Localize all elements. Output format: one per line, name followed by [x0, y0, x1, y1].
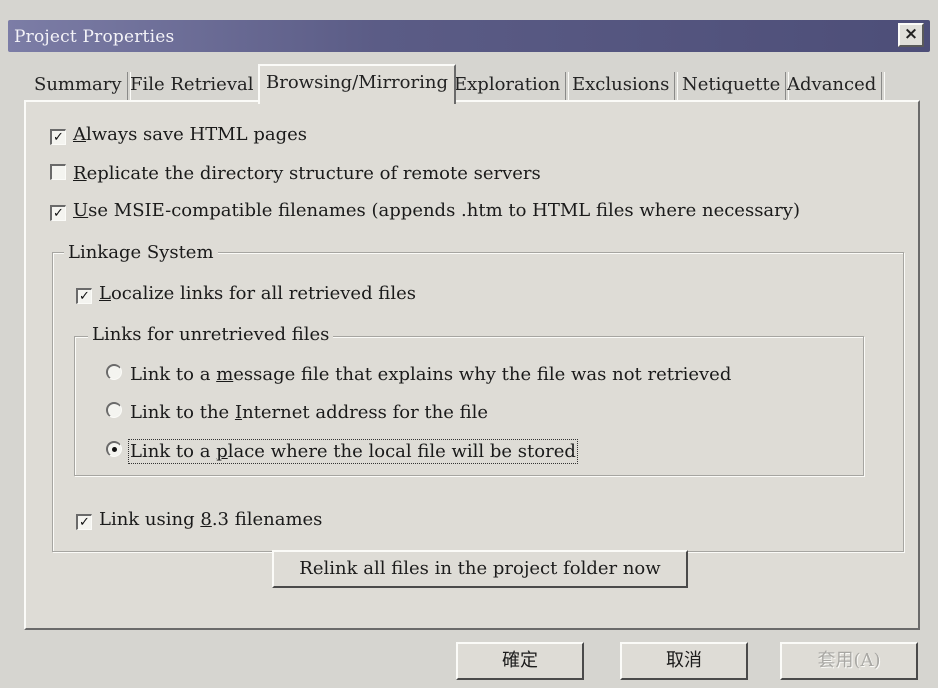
radio-link-message-file[interactable]: Link to a message file that explains why… [106, 364, 731, 386]
cancel-button[interactable]: 取消 [620, 642, 748, 680]
replicate-directory-checkbox[interactable]: Replicate the directory structure of rem… [50, 163, 541, 185]
checkbox-box[interactable]: ✓ [76, 288, 92, 304]
tab-summary[interactable]: Summary [28, 70, 131, 100]
tab-label: Browsing/Mirroring [266, 72, 448, 93]
tab-advanced[interactable]: Advanced [781, 70, 886, 100]
tab-file-retrieval[interactable]: File Retrieval [124, 70, 263, 100]
mnemonic: L [99, 283, 111, 304]
mnemonic: m [216, 364, 234, 385]
checkbox-label: .3 filenames [211, 509, 323, 530]
radio-label-focused: Link to a place where the local file wil… [128, 439, 578, 464]
close-button[interactable]: × [898, 23, 924, 47]
radio-button[interactable] [106, 402, 122, 418]
radio-label: essage file that explains why the file w… [233, 364, 732, 385]
mnemonic: p [216, 441, 228, 462]
mnemonic: A [73, 124, 86, 145]
relink-all-files-button[interactable]: Relink all files in the project folder n… [272, 550, 688, 588]
mnemonic: R [73, 163, 87, 184]
localize-links-checkbox[interactable]: ✓ Localize links for all retrieved files [76, 283, 416, 305]
mnemonic: U [73, 200, 89, 221]
checkbox-box[interactable]: ✓ [50, 205, 66, 221]
tab-label: Exclusions [572, 74, 670, 95]
mnemonic: 8 [200, 509, 212, 530]
close-icon: × [903, 24, 919, 44]
title-bar: Project Properties × [8, 20, 930, 52]
checkbox-label: lways save HTML pages [86, 124, 308, 145]
tab-strip: Summary File Retrieval Browsing/Mirrorin… [28, 64, 908, 104]
apply-button[interactable]: 套用(A) [780, 642, 918, 680]
tab-label: File Retrieval [130, 74, 254, 95]
ok-button[interactable]: 確定 [456, 642, 584, 680]
checkbox-label: se MSIE-compatible filenames (appends .h… [88, 200, 800, 221]
tab-label: Advanced [787, 74, 877, 95]
checkbox-label: ocalize links for all retrieved files [110, 283, 416, 304]
checkbox-box[interactable] [50, 164, 66, 180]
radio-link-internet-address[interactable]: Link to the Internet address for the fil… [106, 402, 488, 424]
tab-browsing-mirroring[interactable]: Browsing/Mirroring [258, 64, 456, 104]
radio-button[interactable] [106, 441, 122, 457]
unretrieved-files-legend: Links for unretrieved files [88, 324, 334, 345]
browsing-mirroring-panel: ✓ Always save HTML pages Replicate the di… [24, 100, 920, 630]
checkbox-box[interactable]: ✓ [50, 129, 66, 145]
always-save-html-checkbox[interactable]: ✓ Always save HTML pages [50, 124, 307, 146]
window-title: Project Properties [14, 27, 175, 47]
checkbox-label: Link using [99, 509, 201, 530]
radio-link-local-place[interactable]: Link to a place where the local file wil… [106, 439, 578, 464]
tab-netiquette[interactable]: Netiquette [676, 70, 790, 100]
tab-label: Netiquette [682, 74, 781, 95]
mnemonic: I [234, 402, 243, 423]
radio-label: lace where the local file will be stored [227, 441, 576, 462]
checkbox-box[interactable]: ✓ [76, 514, 92, 530]
msie-filenames-checkbox[interactable]: ✓ Use MSIE-compatible filenames (appends … [50, 200, 800, 222]
radio-button[interactable] [106, 364, 122, 380]
checkbox-label: eplicate the directory structure of remo… [86, 163, 541, 184]
tab-label: Summary [34, 74, 122, 95]
link-83-filenames-checkbox[interactable]: ✓ Link using 8.3 filenames [76, 509, 322, 531]
tab-exclusions[interactable]: Exclusions [566, 70, 679, 100]
radio-label: nternet address for the file [242, 402, 489, 423]
tab-label: Exploration [454, 74, 561, 95]
linkage-system-legend: Linkage System [64, 242, 218, 263]
tab-exploration[interactable]: Exploration [448, 70, 570, 100]
